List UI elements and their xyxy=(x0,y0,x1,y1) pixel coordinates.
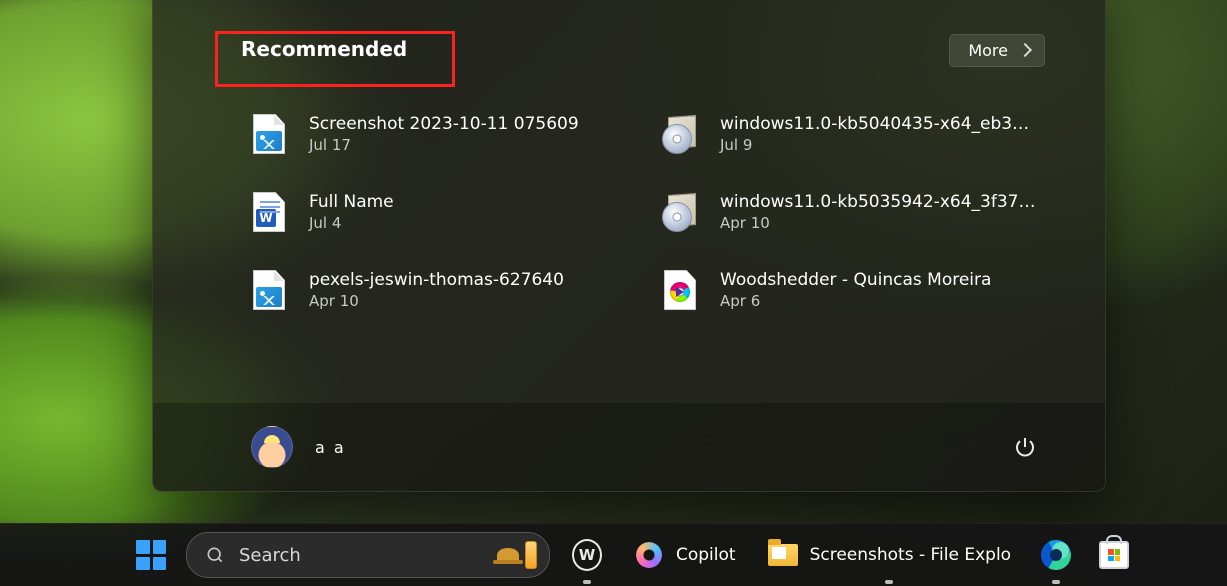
start-button[interactable] xyxy=(128,532,174,578)
power-button[interactable] xyxy=(1005,427,1045,467)
recommended-item-text: Screenshot 2023-10-11 075609 Jul 17 xyxy=(309,114,628,154)
media-file-icon xyxy=(662,269,698,311)
folder-icon xyxy=(768,540,798,570)
ms-store-icon xyxy=(1099,540,1129,570)
recommended-item-name: pexels-jeswin-thomas-627640 xyxy=(309,270,628,290)
recommended-item-date: Jul 17 xyxy=(309,136,628,154)
recommended-item-date: Apr 6 xyxy=(720,292,1039,310)
recommended-heading: Recommended xyxy=(241,31,421,69)
edge-icon xyxy=(1041,540,1071,570)
taskbar: Search W Copilot Screenshots - File Expl… xyxy=(0,523,1227,586)
taskbar-ms-store[interactable] xyxy=(1091,532,1137,578)
explorer-label: Screenshots - File Explo xyxy=(810,545,1012,565)
taskbar-file-explorer[interactable]: Screenshots - File Explo xyxy=(758,532,1022,578)
recommended-item-name: Woodshedder - Quincas Moreira xyxy=(720,270,1039,290)
image-file-icon xyxy=(251,113,287,155)
recommended-item[interactable]: Full Name Jul 4 xyxy=(245,187,634,237)
copilot-label: Copilot xyxy=(676,545,736,565)
package-icon xyxy=(662,113,698,155)
recommended-item[interactable]: windows11.0-kb5040435-x64_eb3b… Jul 9 xyxy=(656,109,1045,159)
more-label: More xyxy=(968,41,1008,60)
recommended-item-text: pexels-jeswin-thomas-627640 Apr 10 xyxy=(309,270,628,310)
search-label: Search xyxy=(239,545,483,566)
recommended-item[interactable]: pexels-jeswin-thomas-627640 Apr 10 xyxy=(245,265,634,315)
taskbar-edge[interactable] xyxy=(1033,532,1079,578)
user-name: a a xyxy=(315,438,346,457)
recommended-grid: Screenshot 2023-10-11 075609 Jul 17 wind… xyxy=(245,109,1045,315)
avatar xyxy=(251,426,293,468)
chevron-right-icon xyxy=(1018,43,1032,57)
w-logo-icon: W xyxy=(572,540,602,570)
recommended-item-text: Full Name Jul 4 xyxy=(309,192,628,232)
taskbar-copilot[interactable]: Copilot xyxy=(624,532,746,578)
more-button[interactable]: More xyxy=(949,34,1045,67)
package-icon xyxy=(662,191,698,233)
recommended-item[interactable]: Screenshot 2023-10-11 075609 Jul 17 xyxy=(245,109,634,159)
power-icon xyxy=(1013,435,1037,459)
user-account-button[interactable]: a a xyxy=(241,420,356,474)
taskbar-search[interactable]: Search xyxy=(186,532,550,578)
recommended-item[interactable]: Woodshedder - Quincas Moreira Apr 6 xyxy=(656,265,1045,315)
search-pill[interactable]: Search xyxy=(186,532,550,578)
start-menu-panel: Recommended More Screenshot 2023-10-11 0… xyxy=(152,0,1106,492)
recommended-item-text: windows11.0-kb5035942-x64_3f371… Apr 10 xyxy=(720,192,1039,232)
recommended-item[interactable]: windows11.0-kb5035942-x64_3f371… Apr 10 xyxy=(656,187,1045,237)
windows-logo-icon xyxy=(136,540,166,570)
taskbar-app-w[interactable]: W xyxy=(562,532,612,578)
recommended-item-text: Woodshedder - Quincas Moreira Apr 6 xyxy=(720,270,1039,310)
recommended-item-name: Screenshot 2023-10-11 075609 xyxy=(309,114,628,134)
recommended-item-date: Jul 9 xyxy=(720,136,1039,154)
copilot-icon xyxy=(634,540,664,570)
start-menu-footer: a a xyxy=(153,403,1105,491)
image-file-icon xyxy=(251,269,287,311)
recommended-item-name: Full Name xyxy=(309,192,628,212)
word-doc-icon xyxy=(251,191,287,233)
recommended-item-date: Jul 4 xyxy=(309,214,628,232)
recommended-item-name: windows11.0-kb5035942-x64_3f371… xyxy=(720,192,1039,212)
search-promo-icon xyxy=(497,541,537,569)
recommended-header: Recommended More xyxy=(241,31,1045,69)
recommended-item-date: Apr 10 xyxy=(720,214,1039,232)
recommended-item-text: windows11.0-kb5040435-x64_eb3b… Jul 9 xyxy=(720,114,1039,154)
recommended-item-name: windows11.0-kb5040435-x64_eb3b… xyxy=(720,114,1039,134)
recommended-item-date: Apr 10 xyxy=(309,292,628,310)
search-icon xyxy=(205,545,225,565)
